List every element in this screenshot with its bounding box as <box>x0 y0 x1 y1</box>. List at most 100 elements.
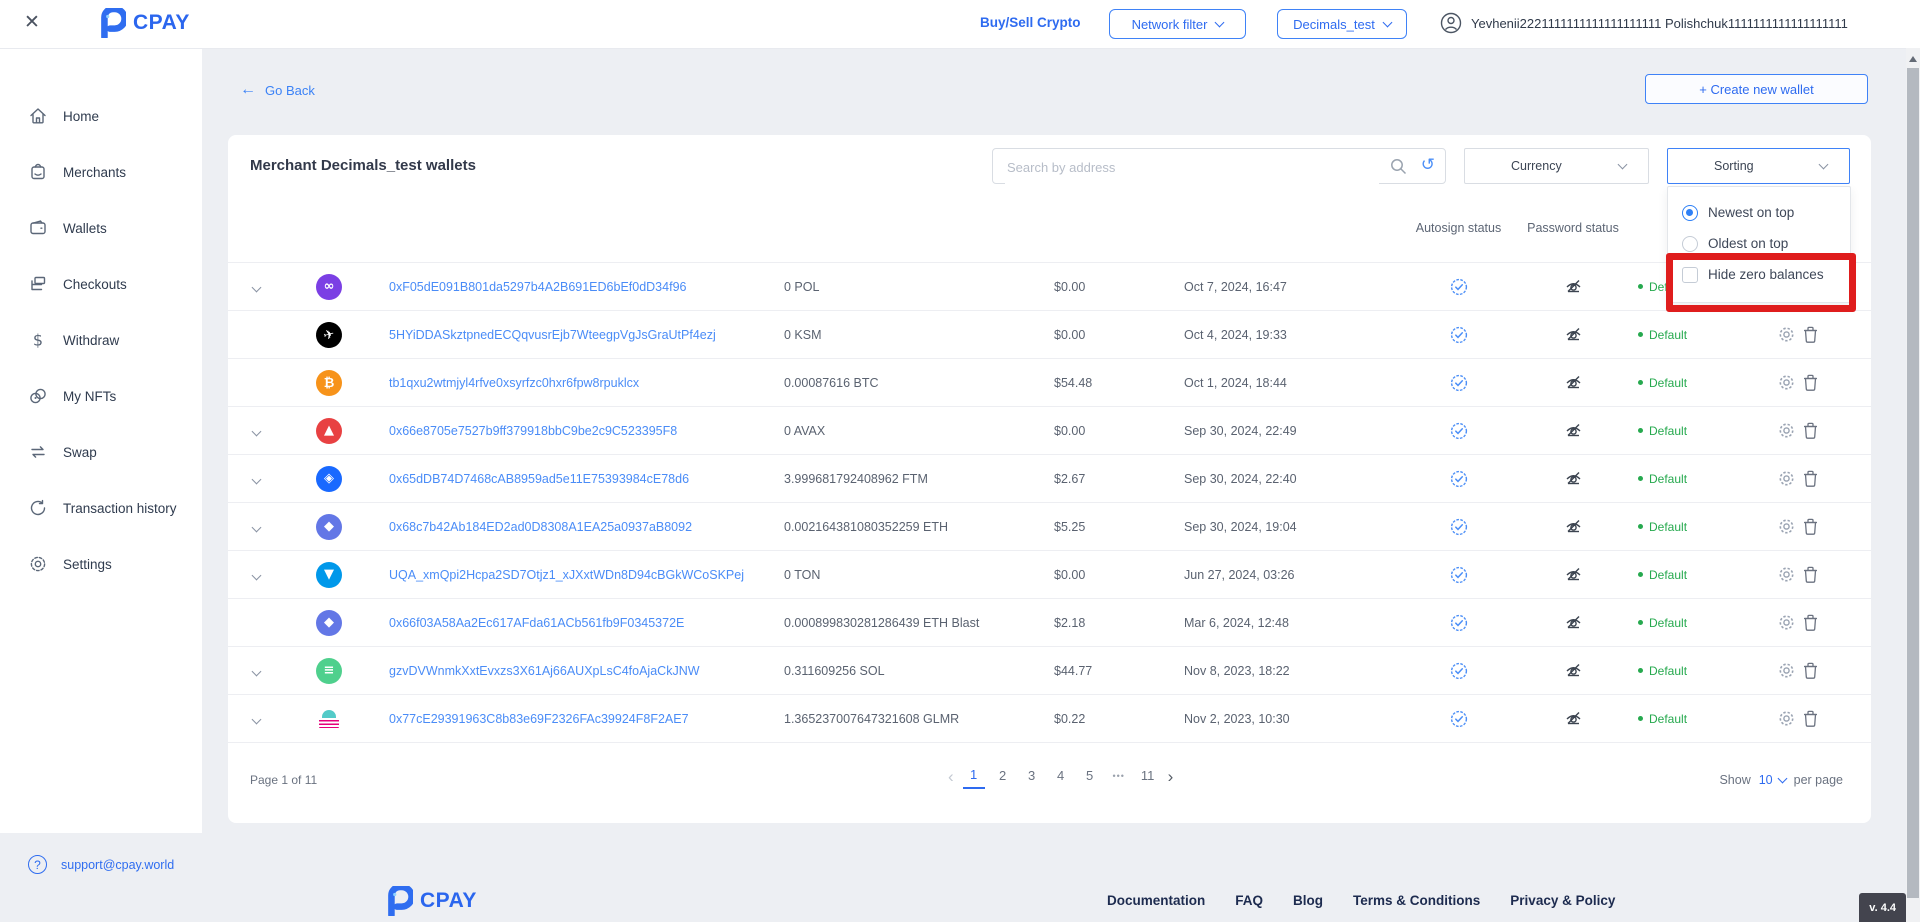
wallet-delete-trash-icon[interactable] <box>1803 326 1818 343</box>
reset-search-icon[interactable]: ↺ <box>1421 155 1435 175</box>
scrollbar[interactable] <box>1906 48 1920 922</box>
wallet-delete-trash-icon[interactable] <box>1803 710 1818 727</box>
scrollbar-thumb[interactable] <box>1907 68 1919 898</box>
cpay-logo[interactable]: CPAY <box>96 8 190 38</box>
wallet-delete-trash-icon[interactable] <box>1803 422 1818 439</box>
wallet-address-link[interactable]: 0x66f03A58Aa2Ec617AFda61ACb561fb9F034537… <box>374 616 684 630</box>
wallet-address-link[interactable]: 5HYiDDASkztpnedECQqvusrEjb7WteegpVgJsGra… <box>374 328 716 342</box>
page-button-11[interactable]: 11 <box>1137 766 1159 788</box>
wallet-delete-trash-icon[interactable] <box>1803 470 1818 487</box>
sorting-option-hide-zero-balances[interactable]: Hide zero balances <box>1668 259 1850 290</box>
expand-chevron-icon[interactable] <box>251 282 261 292</box>
wallet-delete-trash-icon[interactable] <box>1803 662 1818 679</box>
go-back-link[interactable]: ← Go Back <box>240 82 315 98</box>
sidebar-item-transaction-history[interactable]: Transaction history <box>0 488 202 528</box>
footer-link-privacy-policy[interactable]: Privacy & Policy <box>1510 893 1615 908</box>
autosign-status-icon <box>1450 710 1468 728</box>
sorting-option-newest-on-top[interactable]: Newest on top <box>1668 197 1850 228</box>
wallet-delete-trash-icon[interactable] <box>1803 614 1818 631</box>
merchants-icon <box>28 162 48 182</box>
wallet-settings-gear-icon[interactable] <box>1778 518 1795 535</box>
wallet-settings-gear-icon[interactable] <box>1778 614 1795 631</box>
wallet-address-link[interactable]: UQA_xmQpi2Hcpa2SD7Otjz1_xJXxtWDn8D94cBGk… <box>374 568 744 582</box>
page-button-4[interactable]: 4 <box>1050 766 1072 788</box>
sidebar-item-swap[interactable]: Swap <box>0 432 202 472</box>
sidebar-item-home[interactable]: Home <box>0 96 202 136</box>
checkbox-icon[interactable] <box>1682 267 1698 283</box>
page-button-5[interactable]: 5 <box>1079 766 1101 788</box>
page-button-3[interactable]: 3 <box>1021 766 1043 788</box>
wallet-address-link[interactable]: 0xF05dE091B801da5297b4A2B691ED6bEf0dD34f… <box>374 280 686 294</box>
home-icon <box>28 106 48 126</box>
wallet-balance: 0.00087616 BTC <box>784 376 1054 390</box>
wallet-settings-gear-icon[interactable] <box>1778 710 1795 727</box>
status-dot-icon <box>1638 476 1643 481</box>
wallet-settings-gear-icon[interactable] <box>1778 326 1795 343</box>
sidebar-item-settings[interactable]: Settings <box>0 544 202 584</box>
page-size-select[interactable]: 10 <box>1759 773 1786 787</box>
wallet-settings-gear-icon[interactable] <box>1778 662 1795 679</box>
scrollbar-up-arrow-icon[interactable] <box>1909 56 1917 62</box>
expand-chevron-icon[interactable] <box>251 714 261 724</box>
sidebar-item-merchants[interactable]: Merchants <box>0 152 202 192</box>
sidebar-item-my-nfts[interactable]: My NFTs <box>0 376 202 416</box>
prev-page-icon[interactable]: ‹ <box>946 767 956 787</box>
sorting-dropdown[interactable]: Sorting <box>1667 148 1850 184</box>
merchant-dropdown[interactable]: Decimals_test <box>1277 9 1407 39</box>
radio-icon[interactable] <box>1682 236 1698 252</box>
wallet-address-link[interactable]: gzvDVWnmkXxtEvxzs3X61Aj66AUXpLsC4foAjaCk… <box>374 664 700 678</box>
show-label: Show <box>1719 773 1750 787</box>
expand-chevron-icon[interactable] <box>251 474 261 484</box>
page-button-1[interactable]: 1 <box>963 765 985 789</box>
password-status-icon <box>1564 469 1583 488</box>
sidebar-item-wallets[interactable]: Wallets <box>0 208 202 248</box>
wallet-address-link[interactable]: tb1qxu2wtmjyl4rfve0xsyrfzc0hxr6fpw8rpukl… <box>374 376 639 390</box>
wallet-balance: 0.000899830281286439 ETH Blast <box>784 616 1054 630</box>
status-dot-icon <box>1638 668 1643 673</box>
expand-chevron-icon[interactable] <box>251 666 261 676</box>
status-label: Default <box>1649 424 1687 438</box>
sorting-option-oldest-on-top[interactable]: Oldest on top <box>1668 228 1850 259</box>
radio-icon[interactable] <box>1682 205 1698 221</box>
wallet-settings-gear-icon[interactable] <box>1778 470 1795 487</box>
wallet-address-link[interactable]: 0x66e8705e7527b9ff379918bbC9be2c9C523395… <box>374 424 677 438</box>
footer-link-terms-conditions[interactable]: Terms & Conditions <box>1353 893 1480 908</box>
footer-link-documentation[interactable]: Documentation <box>1107 893 1205 908</box>
page-button-2[interactable]: 2 <box>992 766 1014 788</box>
wallet-address-link[interactable]: 0x65dDB74D7468cAB8959ad5e11E75393984cE78… <box>374 472 689 486</box>
status-dot-icon <box>1638 428 1643 433</box>
solana-icon: ≡ <box>316 658 342 684</box>
expand-chevron-icon[interactable] <box>251 522 261 532</box>
close-icon[interactable]: ✕ <box>24 11 40 34</box>
wallet-settings-gear-icon[interactable] <box>1778 566 1795 583</box>
currency-dropdown[interactable]: Currency <box>1464 148 1649 184</box>
wallet-settings-gear-icon[interactable] <box>1778 422 1795 439</box>
wallet-delete-trash-icon[interactable] <box>1803 518 1818 535</box>
sidebar-item-label: Home <box>63 109 99 124</box>
footer-logo[interactable]: CPAY <box>383 886 477 916</box>
polygon-icon: ∞ <box>316 274 342 300</box>
wallet-settings-gear-icon[interactable] <box>1778 374 1795 391</box>
status-label: Default <box>1649 328 1687 342</box>
wallet-delete-trash-icon[interactable] <box>1803 566 1818 583</box>
question-icon: ? <box>28 855 47 874</box>
footer-link-faq[interactable]: FAQ <box>1235 893 1263 908</box>
wallet-balance: 1.365237007647321608 GLMR <box>784 712 1054 726</box>
wallet-address-link[interactable]: 0x77cE29391963C8b83e69F2326FAc39924F8F2A… <box>374 712 689 726</box>
wallet-delete-trash-icon[interactable] <box>1803 374 1818 391</box>
footer-link-blog[interactable]: Blog <box>1293 893 1323 908</box>
sidebar-item-withdraw[interactable]: $ Withdraw <box>0 320 202 360</box>
create-new-wallet-button[interactable]: + Create new wallet <box>1645 74 1868 104</box>
next-page-icon[interactable]: › <box>1166 767 1176 787</box>
expand-chevron-icon[interactable] <box>251 426 261 436</box>
user-account[interactable]: Yevhenii2221111111111111111111 Polishchu… <box>1440 12 1848 34</box>
support-link[interactable]: ? support@cpay.world <box>28 855 174 874</box>
search-input[interactable] <box>1005 149 1379 185</box>
wallet-address-link[interactable]: 0x68c7b42Ab184ED2ad0D8308A1EA25a0937aB80… <box>374 520 692 534</box>
sidebar-item-checkouts[interactable]: Checkouts <box>0 264 202 304</box>
buy-sell-crypto-link[interactable]: Buy/Sell Crypto <box>980 15 1081 30</box>
search-icon[interactable] <box>1390 158 1407 175</box>
network-filter-dropdown[interactable]: Network filter <box>1109 9 1246 39</box>
expand-chevron-icon[interactable] <box>251 570 261 580</box>
autosign-status-icon <box>1450 470 1468 488</box>
